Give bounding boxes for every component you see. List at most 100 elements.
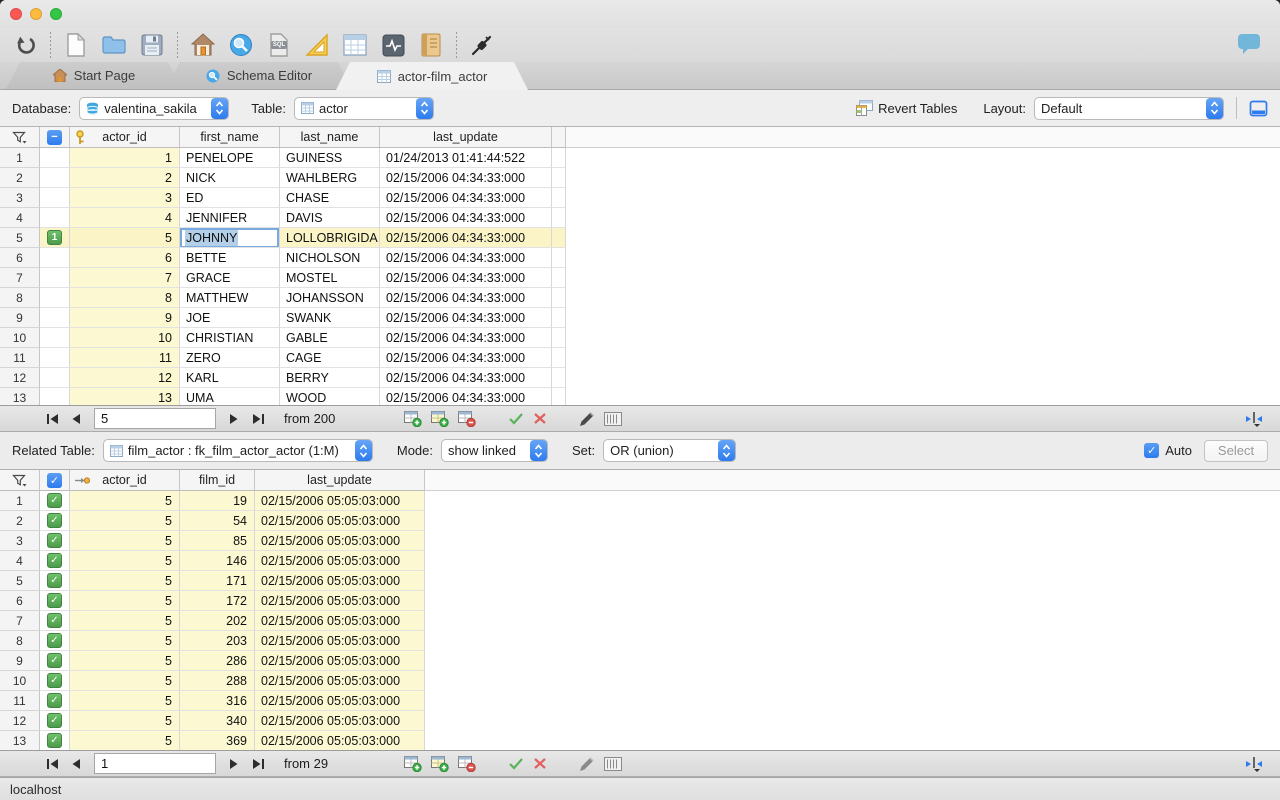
add-record-icon[interactable] [404, 756, 422, 772]
first-record-button[interactable] [40, 754, 64, 774]
row-number[interactable]: 4 [0, 208, 40, 228]
table-row[interactable]: 7✓520202/15/2006 05:05:03:000 [0, 611, 1280, 631]
cell-last-name[interactable]: NICHOLSON [280, 248, 380, 268]
table-row[interactable]: 22NICKWAHLBERG02/15/2006 04:34:33:000 [0, 168, 1280, 188]
table-row[interactable]: 3✓58502/15/2006 05:05:03:000 [0, 531, 1280, 551]
table-row[interactable]: 5✓517102/15/2006 05:05:03:000 [0, 571, 1280, 591]
row-number[interactable]: 1 [0, 148, 40, 168]
row-link-cell[interactable]: ✓ [40, 711, 70, 731]
cell-last-update[interactable]: 02/15/2006 04:34:33:000 [380, 248, 552, 268]
delete-record-icon[interactable] [458, 756, 476, 772]
zoom-window-button[interactable] [50, 8, 62, 20]
row-number[interactable]: 5 [0, 571, 40, 591]
cell-actor-id[interactable]: 5 [70, 731, 180, 750]
cell-film-id[interactable]: 19 [180, 491, 255, 511]
close-window-button[interactable] [10, 8, 22, 20]
auto-checkbox[interactable]: ✓ [1144, 443, 1159, 458]
cell-last-update[interactable]: 02/15/2006 04:34:33:000 [380, 288, 552, 308]
cell-film-id[interactable]: 202 [180, 611, 255, 631]
accept-changes-icon[interactable] [508, 412, 524, 425]
cell-last-update[interactable]: 02/15/2006 05:05:03:000 [255, 571, 425, 591]
table-row[interactable]: 10✓528802/15/2006 05:05:03:000 [0, 671, 1280, 691]
cell-film-id[interactable]: 316 [180, 691, 255, 711]
row-status-cell[interactable] [40, 168, 70, 188]
cell-film-id[interactable]: 340 [180, 711, 255, 731]
row-link-cell[interactable]: ✓ [40, 671, 70, 691]
row-number[interactable]: 10 [0, 671, 40, 691]
cell-last-update[interactable]: 02/15/2006 05:05:03:000 [255, 531, 425, 551]
cell-film-id[interactable]: 288 [180, 671, 255, 691]
table-row[interactable]: 4✓514602/15/2006 05:05:03:000 [0, 551, 1280, 571]
row-status-cell[interactable] [40, 388, 70, 405]
cell-first-name[interactable]: GRACE [180, 268, 280, 288]
cell-first-name[interactable]: JENNIFER [180, 208, 280, 228]
linked-checkbox-icon[interactable]: ✓ [47, 553, 62, 568]
edit-record-icon[interactable] [579, 756, 595, 772]
sql-editor-icon[interactable]: SQL [264, 31, 294, 59]
table-row[interactable]: 6✓517202/15/2006 05:05:03:000 [0, 591, 1280, 611]
cell-actor-id[interactable]: 5 [70, 531, 180, 551]
column-header-last-update[interactable]: last_update [255, 470, 425, 491]
linked-checkbox-icon[interactable]: ✓ [47, 493, 62, 508]
cell-first-name[interactable]: JOHNNY [180, 228, 280, 248]
select-all-header-cell[interactable]: − [40, 127, 70, 148]
query-monitor-icon[interactable] [378, 31, 408, 59]
linked-checkbox-icon[interactable]: ✓ [47, 653, 62, 668]
cell-film-id[interactable]: 286 [180, 651, 255, 671]
cell-last-name[interactable]: WOOD [280, 388, 380, 405]
splitter-resize-icon[interactable] [1244, 756, 1266, 777]
cell-actor-id[interactable]: 5 [70, 491, 180, 511]
row-number[interactable]: 10 [0, 328, 40, 348]
table-select[interactable]: actor [294, 97, 434, 120]
revert-tables-button[interactable]: Revert Tables [856, 100, 957, 116]
row-status-cell[interactable] [40, 368, 70, 388]
cell-last-update[interactable]: 02/15/2006 05:05:03:000 [255, 711, 425, 731]
cell-actor-id[interactable]: 10 [70, 328, 180, 348]
cell-actor-id[interactable]: 5 [70, 551, 180, 571]
next-record-button[interactable] [222, 754, 246, 774]
cell-last-update[interactable]: 02/15/2006 05:05:03:000 [255, 551, 425, 571]
cell-last-name[interactable]: LOLLOBRIGIDA [280, 228, 380, 248]
row-status-cell[interactable] [40, 268, 70, 288]
select-all-header-cell[interactable]: ✓ [40, 470, 70, 491]
tab-actor-film-actor[interactable]: actor-film_actor [336, 62, 528, 90]
cell-last-update[interactable]: 02/15/2006 04:34:33:000 [380, 348, 552, 368]
cell-last-name[interactable]: WAHLBERG [280, 168, 380, 188]
previous-record-button[interactable] [64, 754, 88, 774]
last-record-button[interactable] [246, 409, 270, 429]
cell-actor-id[interactable]: 5 [70, 711, 180, 731]
mode-select[interactable]: show linked [441, 439, 548, 462]
cell-last-update[interactable]: 02/15/2006 05:05:03:000 [255, 591, 425, 611]
cell-editor[interactable]: JOHNNY [180, 228, 279, 248]
cell-actor-id[interactable]: 2 [70, 168, 180, 188]
table-row[interactable]: 2✓55402/15/2006 05:05:03:000 [0, 511, 1280, 531]
cell-last-name[interactable]: GUINESS [280, 148, 380, 168]
table-row[interactable]: 77GRACEMOSTEL02/15/2006 04:34:33:000 [0, 268, 1280, 288]
table-row[interactable]: 8✓520302/15/2006 05:05:03:000 [0, 631, 1280, 651]
row-link-cell[interactable]: ✓ [40, 591, 70, 611]
cell-last-name[interactable]: DAVIS [280, 208, 380, 228]
cell-actor-id[interactable]: 13 [70, 388, 180, 405]
cell-actor-id[interactable]: 1 [70, 148, 180, 168]
cell-last-name[interactable]: GABLE [280, 328, 380, 348]
cell-last-update[interactable]: 02/15/2006 04:34:33:000 [380, 168, 552, 188]
tab-start-page[interactable]: Start Page [6, 62, 182, 89]
layout-select[interactable]: Default [1034, 97, 1224, 120]
cell-first-name[interactable]: MATTHEW [180, 288, 280, 308]
splitter-resize-icon[interactable] [1244, 411, 1266, 432]
cell-actor-id[interactable]: 3 [70, 188, 180, 208]
cell-last-update[interactable]: 02/15/2006 05:05:03:000 [255, 491, 425, 511]
table-row[interactable]: 11PENELOPEGUINESS01/24/2013 01:41:44:522 [0, 148, 1280, 168]
cell-actor-id[interactable]: 11 [70, 348, 180, 368]
cell-actor-id[interactable]: 12 [70, 368, 180, 388]
report-icon[interactable] [416, 31, 446, 59]
table-row[interactable]: 1111ZEROCAGE02/15/2006 04:34:33:000 [0, 348, 1280, 368]
row-number[interactable]: 1 [0, 491, 40, 511]
row-status-cell[interactable] [40, 188, 70, 208]
row-status-cell[interactable] [40, 288, 70, 308]
cell-first-name[interactable]: KARL [180, 368, 280, 388]
accept-changes-icon[interactable] [508, 757, 524, 770]
table-row[interactable]: 88MATTHEWJOHANSSON02/15/2006 04:34:33:00… [0, 288, 1280, 308]
column-header-actor-id[interactable]: actor_id [70, 127, 180, 148]
cell-actor-id[interactable]: 7 [70, 268, 180, 288]
